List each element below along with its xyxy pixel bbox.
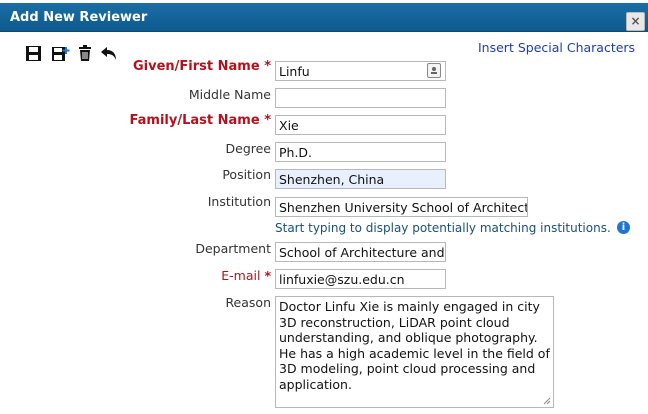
reason-textarea[interactable]: Doctor Linfu Xie is mainly engaged in ci… [275,296,554,408]
undo-icon[interactable] [100,45,117,62]
given-name-label: Given/First Name * [132,59,271,74]
department-field[interactable]: School of Architecture and [275,242,446,262]
department-label: Department [195,241,271,256]
family-name-field[interactable]: Xie [275,115,446,135]
degree-label: Degree [225,141,272,156]
position-label: Position [222,167,271,182]
email-field[interactable]: linfuxie@szu.edu.cn [275,269,446,289]
trash-icon[interactable] [78,45,95,62]
resize-grip-icon[interactable] [543,397,551,405]
titlebar-bar: Add New Reviewer × [0,3,648,32]
dialog-title: Add New Reviewer [10,10,148,25]
info-icon[interactable]: i [617,221,630,234]
given-name-field[interactable]: Linfu [275,61,446,81]
email-label: E-mail * [221,268,271,283]
middle-name-field[interactable] [275,88,446,108]
institution-hint: Start typing to display potentially matc… [275,221,611,235]
reason-label: Reason [225,295,271,310]
middle-name-label: Middle Name [188,87,271,102]
reason-text: Doctor Linfu Xie is mainly engaged in ci… [279,299,550,392]
position-field[interactable]: Shenzhen, China [275,169,446,189]
institution-label: Institution [207,194,271,209]
dialog-titlebar: Add New Reviewer × [0,0,648,36]
close-button[interactable]: × [626,12,645,31]
degree-field[interactable]: Ph.D. [275,142,446,162]
institution-field[interactable]: Shenzhen University School of Architect [275,197,528,217]
save-and-add-icon[interactable] [51,45,70,62]
contact-card-icon[interactable] [427,63,441,78]
insert-special-characters-link[interactable]: Insert Special Characters [478,40,635,55]
family-name-label: Family/Last Name * [129,113,271,128]
save-icon[interactable] [25,45,42,62]
